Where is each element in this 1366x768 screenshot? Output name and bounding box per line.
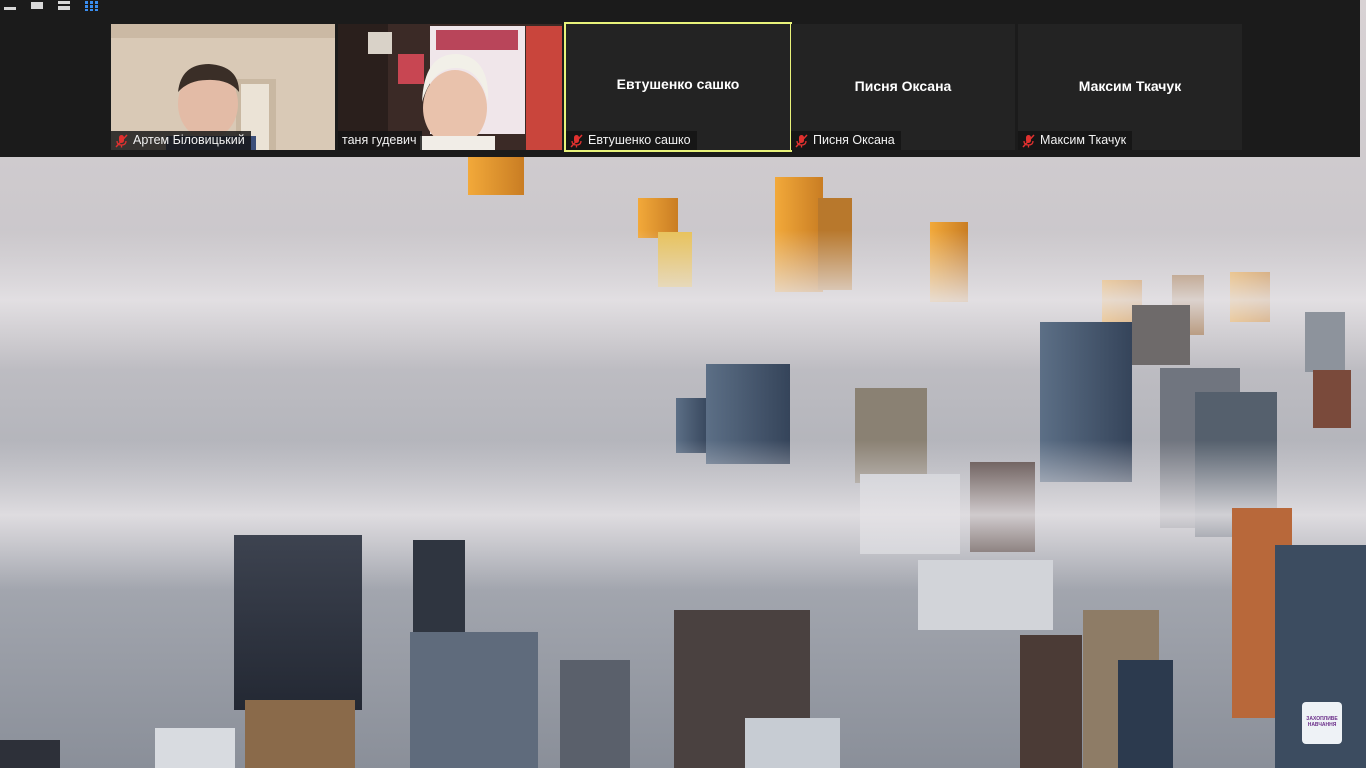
video-tile[interactable]: Максим Ткачук Максим Ткачук [1018,24,1242,150]
participant-name-tag: Писня Оксана [791,131,901,150]
participant-name: таня гудевич [342,133,417,147]
minimize-icon[interactable] [4,1,17,11]
single-view-icon[interactable] [31,1,44,11]
gallery-view-icon[interactable] [85,1,98,11]
participant-name: Артем Біловицький [133,133,245,147]
video-tile[interactable]: Писня Оксана Писня Оксана [791,24,1015,150]
mic-muted-icon [570,133,583,148]
mic-muted-icon [1022,133,1035,148]
participant-name: Евтушенко сашко [588,133,691,147]
view-controls [4,0,98,12]
participant-name-tag: Максим Ткачук [1018,131,1133,150]
participant-name-tag: Артем Біловицький [111,131,251,150]
participant-center-name: Максим Ткачук [1078,78,1182,94]
mic-muted-icon [115,133,128,148]
video-tile[interactable]: таня гудевич [338,24,562,150]
video-tiles: Артем Біловицький таня гудевич Евтушенко… [111,22,1242,152]
watermark-text: ЗАХОПЛИВЕ НАВЧАННЯ [1306,716,1338,728]
participant-name: Максим Ткачук [1040,133,1127,147]
participants-strip: Артем Біловицький таня гудевич Евтушенко… [0,0,1360,157]
participant-center-name: Евтушенко сашко [616,76,740,92]
strip-view-icon[interactable] [58,1,71,11]
participant-name: Писня Оксана [813,133,895,147]
mic-muted-icon [795,133,808,148]
participant-name-tag: таня гудевич [338,131,423,150]
watermark-logo: ЗАХОПЛИВЕ НАВЧАННЯ [1302,702,1342,744]
video-tile-active-speaker[interactable]: Евтушенко сашко Евтушенко сашко [564,22,792,152]
video-tile[interactable]: Артем Біловицький [111,24,335,150]
participant-name-tag: Евтушенко сашко [566,131,697,150]
participant-center-name: Писня Оксана [854,78,952,94]
